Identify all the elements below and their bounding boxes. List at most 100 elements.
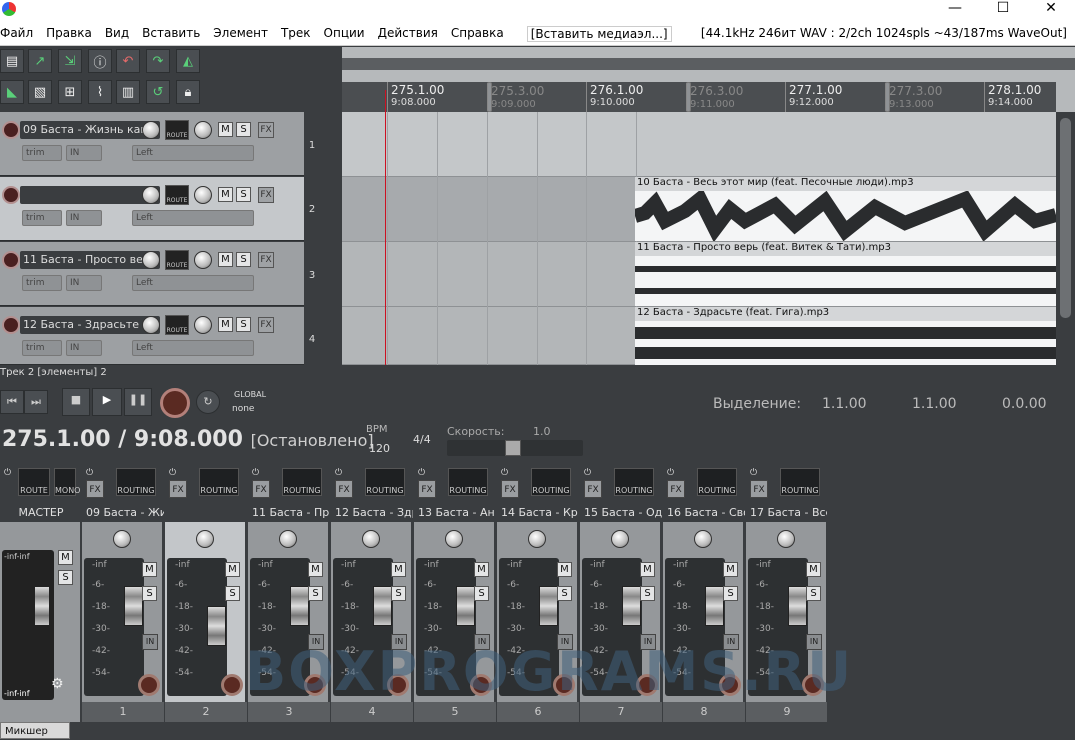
- routing-button[interactable]: ROUTING: [531, 468, 571, 496]
- input-button[interactable]: IN: [66, 145, 102, 161]
- volume-knob[interactable]: [142, 186, 160, 204]
- minimize-button[interactable]: —: [931, 0, 979, 18]
- metronome-icon[interactable]: ◭: [176, 49, 200, 73]
- envelope-icon[interactable]: ⌇: [88, 80, 112, 104]
- pan-knob[interactable]: [194, 316, 212, 334]
- mute-button[interactable]: M: [142, 562, 157, 577]
- solo-button[interactable]: S: [308, 586, 323, 601]
- fx-button[interactable]: FX: [418, 480, 436, 498]
- fx-button[interactable]: FX: [86, 480, 104, 498]
- volume-fader[interactable]: [290, 586, 309, 626]
- volume-fader[interactable]: [539, 586, 558, 626]
- stop-button[interactable]: ■: [62, 388, 90, 416]
- mute-button[interactable]: M: [806, 562, 821, 577]
- strip-name[interactable]: 11 Баста - Пр: [248, 504, 330, 522]
- insert-media-button[interactable]: [Вставить медиаэл...]: [526, 26, 672, 42]
- menu-actions[interactable]: Действия: [378, 26, 438, 42]
- fx-button[interactable]: FX: [501, 480, 519, 498]
- record-button[interactable]: [160, 388, 190, 418]
- track-header-2[interactable]: ROUTE M S FX trim IN Left: [0, 177, 304, 241]
- mute-button[interactable]: M: [218, 317, 233, 332]
- lock-icon[interactable]: 🔒︎: [176, 80, 200, 104]
- routing-button[interactable]: ROUTING: [365, 468, 405, 496]
- mute-button[interactable]: M: [308, 562, 323, 577]
- solo-button[interactable]: S: [236, 317, 251, 332]
- power-icon[interactable]: ⏻: [86, 468, 100, 480]
- menu-file[interactable]: Файл: [0, 26, 33, 42]
- new-project-icon[interactable]: ▤: [0, 49, 24, 73]
- fx-button[interactable]: FX: [750, 480, 768, 498]
- trim-button[interactable]: trim: [22, 275, 62, 291]
- pan-knob[interactable]: [113, 530, 131, 548]
- volume-fader[interactable]: [705, 586, 724, 626]
- record-arm-icon[interactable]: [221, 674, 243, 696]
- strip-name[interactable]: 14 Баста - Кр: [497, 504, 579, 522]
- scroll-thumb[interactable]: [1060, 118, 1071, 318]
- mute-button[interactable]: M: [557, 562, 572, 577]
- input-select[interactable]: Left: [132, 340, 254, 356]
- route-button[interactable]: ROUTE: [165, 120, 189, 140]
- volume-fader[interactable]: [373, 586, 392, 626]
- input-button[interactable]: IN: [66, 275, 102, 291]
- solo-button[interactable]: S: [806, 586, 821, 601]
- record-arm-icon[interactable]: [2, 251, 20, 269]
- mute-button[interactable]: M: [640, 562, 655, 577]
- record-arm-icon[interactable]: [2, 316, 20, 334]
- power-icon[interactable]: ⏻: [169, 468, 183, 480]
- solo-button[interactable]: S: [723, 586, 738, 601]
- solo-button[interactable]: S: [236, 252, 251, 267]
- fx-button[interactable]: FX: [258, 252, 274, 268]
- record-arm-icon[interactable]: [2, 186, 20, 204]
- solo-button[interactable]: S: [474, 586, 489, 601]
- save-project-icon[interactable]: ⇲: [58, 49, 82, 73]
- trim-icon[interactable]: ▥: [116, 80, 140, 104]
- record-arm-icon[interactable]: [2, 121, 20, 139]
- gear-icon[interactable]: ⚙: [51, 676, 64, 692]
- redo-icon[interactable]: ↷: [146, 49, 170, 73]
- selection-length[interactable]: 0.0.00: [1002, 396, 1047, 412]
- menu-track[interactable]: Трек: [281, 26, 311, 42]
- strip-name[interactable]: 16 Баста - Сво: [663, 504, 745, 522]
- close-button[interactable]: ✕: [1027, 0, 1075, 18]
- strip-name[interactable]: 13 Баста - Ан: [414, 504, 496, 522]
- menu-item[interactable]: Элемент: [213, 26, 268, 42]
- automation-mode[interactable]: none: [232, 404, 254, 414]
- repeat-button[interactable]: ↻: [196, 390, 220, 414]
- pan-knob[interactable]: [194, 251, 212, 269]
- solo-button[interactable]: S: [236, 122, 251, 137]
- mute-button[interactable]: M: [225, 562, 240, 577]
- routing-button[interactable]: ROUTING: [780, 468, 820, 496]
- pan-knob[interactable]: [777, 530, 795, 548]
- vertical-scrollbar[interactable]: [1056, 112, 1075, 365]
- pan-knob[interactable]: [194, 186, 212, 204]
- bpm-value[interactable]: 120: [369, 442, 390, 455]
- volume-fader[interactable]: [622, 586, 641, 626]
- go-to-end-button[interactable]: ⏭: [24, 390, 48, 414]
- volume-fader[interactable]: [124, 586, 143, 626]
- mono-button[interactable]: MONO: [54, 468, 80, 496]
- input-button[interactable]: IN: [66, 340, 102, 356]
- pan-knob[interactable]: [196, 530, 214, 548]
- mute-button[interactable]: M: [723, 562, 738, 577]
- pan-knob[interactable]: [362, 530, 380, 548]
- volume-fader[interactable]: [207, 606, 226, 646]
- route-button[interactable]: ROUTE: [165, 250, 189, 270]
- record-arm-icon[interactable]: [138, 674, 160, 696]
- menu-view[interactable]: Вид: [105, 26, 129, 42]
- play-button[interactable]: ▶: [92, 388, 122, 416]
- solo-button[interactable]: S: [225, 586, 240, 601]
- route-button[interactable]: ROUTE: [165, 185, 189, 205]
- go-to-start-button[interactable]: ⏮: [0, 390, 24, 414]
- solo-button[interactable]: S: [142, 586, 157, 601]
- input-select[interactable]: Left: [132, 145, 254, 161]
- power-icon[interactable]: ⏻: [667, 468, 681, 480]
- track-header-1[interactable]: 09 Баста - Жизнь как ROUTE M S FX trim I…: [0, 112, 304, 176]
- timeline-ruler[interactable]: 275.1.00 9:08.000 275.3.00 9:09.000 276.1.…: [342, 82, 1056, 112]
- mute-button[interactable]: M: [474, 562, 489, 577]
- playhead[interactable]: [385, 90, 386, 365]
- grid-icon[interactable]: ◣: [0, 80, 24, 104]
- snap-icon[interactable]: ⊞: [58, 80, 82, 104]
- time-signature[interactable]: 4/4: [413, 433, 431, 446]
- pan-knob[interactable]: [611, 530, 629, 548]
- solo-button[interactable]: S: [640, 586, 655, 601]
